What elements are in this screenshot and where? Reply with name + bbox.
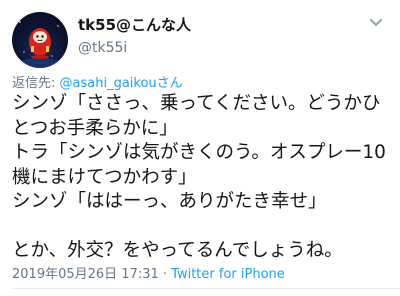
tweet-text-line: とつお手柔らかに」	[12, 117, 178, 139]
tweet-text-line: とか、外交？をやってるんでしょうね。	[12, 240, 343, 261]
display-name[interactable]: tk55@こんな人	[78, 14, 191, 35]
tweet-text: シンゾ「ささっ、乗ってください。どうかひ とつお手柔らかに」 トラ「シンゾは気が…	[12, 92, 392, 264]
tweet-card: tk55@こんな人 @tk55i 返信先: @asahi_gaikouさん シン…	[0, 0, 400, 296]
tweet-text-line: トラ「シンゾは気がきくのう。オスプレー10	[12, 142, 386, 163]
tweet-text-line: 機にまけてつかわす」	[12, 166, 197, 188]
daruma-avatar-icon	[18, 21, 62, 68]
reply-prefix: 返信先:	[12, 76, 60, 91]
avatar[interactable]	[12, 12, 68, 68]
tweet-meta: 2019年05月26日 17:31 · Twitter for iPhone	[12, 263, 285, 282]
tweet-text-line	[12, 215, 392, 240]
user-handle[interactable]: @tk55i	[78, 40, 127, 56]
tweet-source-link[interactable]: Twitter for iPhone	[171, 267, 285, 282]
tweet-timestamp[interactable]: 2019年05月26日 17:31	[12, 267, 159, 282]
divider	[12, 288, 400, 289]
meta-separator: ·	[158, 267, 172, 282]
tweet-text-line: シンゾ「ははーっ、ありがたき幸せ」	[12, 191, 327, 212]
chevron-down-icon[interactable]	[366, 12, 386, 32]
tweet-text-line: シンゾ「ささっ、乗ってください。どうかひ	[12, 93, 381, 114]
reply-to-line: 返信先: @asahi_gaikouさん	[12, 72, 183, 91]
reply-mention-link[interactable]: @asahi_gaikouさん	[60, 76, 183, 91]
